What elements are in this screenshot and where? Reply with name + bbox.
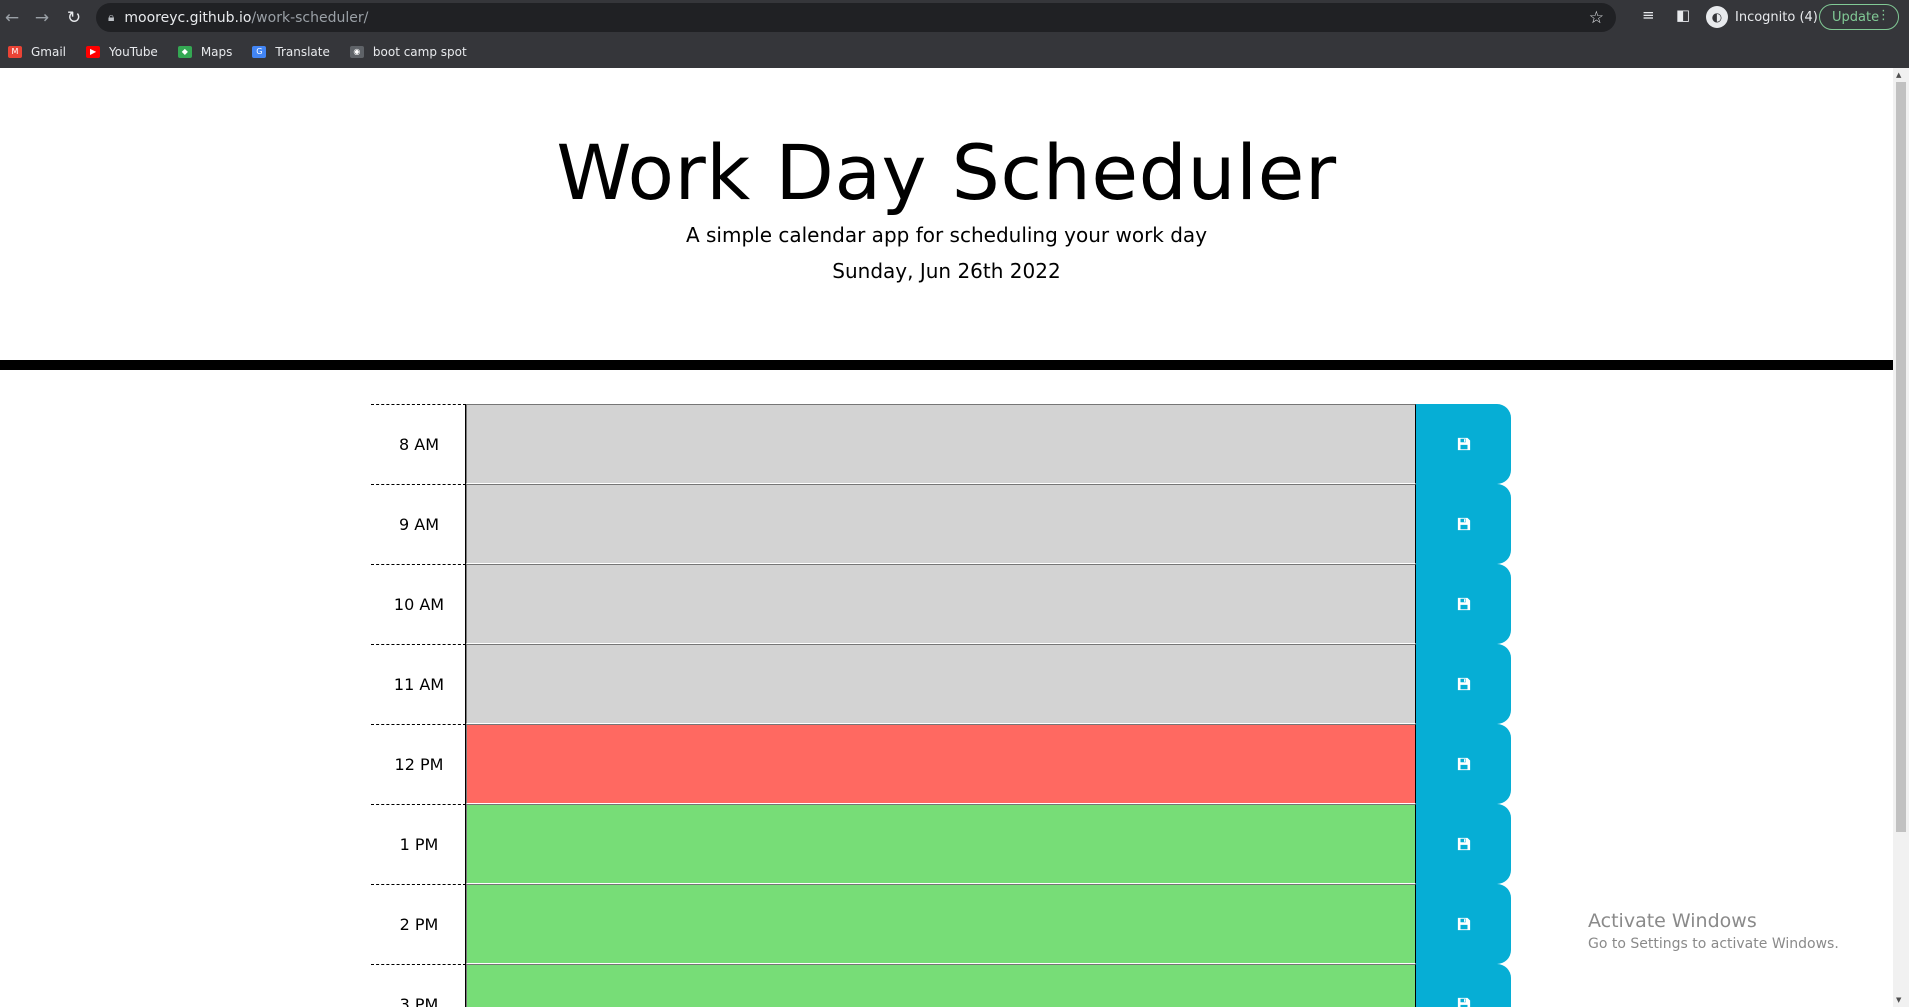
bookmarks-bar: M Gmail ▶ YouTube ◆ Maps G Translate ◉ boot camp …	[0, 35, 1909, 69]
bookmark-item[interactable]: ◆ Maps	[177, 44, 233, 59]
bookmark-label: YouTube	[109, 44, 158, 59]
event-description-input[interactable]	[466, 964, 1416, 1007]
hour-label: 8 AM	[371, 404, 466, 484]
bookmark-favicon-icon: ▶	[86, 45, 101, 58]
bookmark-item[interactable]: ▶ YouTube	[86, 45, 158, 59]
side-panel-icon[interactable]: ◧	[1676, 6, 1690, 24]
floppy-disk-icon	[1457, 917, 1471, 931]
arrow-left-icon: ←	[4, 8, 20, 28]
profile-label: Incognito (4)	[1735, 9, 1818, 25]
event-description-input[interactable]	[466, 644, 1416, 724]
hour-label: 11 AM	[371, 644, 466, 724]
floppy-disk-icon	[1457, 597, 1471, 611]
hour-label: 3 PM	[371, 964, 466, 1007]
page-title: Work Day Scheduler	[556, 128, 1337, 217]
bookmark-item[interactable]: M Gmail	[8, 45, 66, 59]
bookmark-label: Translate	[275, 44, 330, 59]
bookmark-favicon-icon: ◆	[177, 45, 192, 58]
menu-dots-icon[interactable]: ⋮	[1877, 8, 1890, 23]
arrow-right-icon: →	[34, 8, 50, 28]
browser-toolbar: ← → ↻ 🔒︎ mooreyc.github.io/work-schedule…	[0, 0, 1909, 35]
time-block-row: 9 AM	[371, 484, 1511, 564]
page-scrollbar[interactable]: ▲ ▼	[1893, 68, 1909, 1007]
time-block-row: 12 PM	[371, 724, 1511, 804]
event-description-input[interactable]	[466, 404, 1416, 484]
floppy-disk-icon	[1457, 997, 1471, 1007]
scroll-thumb[interactable]	[1896, 82, 1906, 832]
bookmark-label: boot camp spot	[372, 44, 467, 59]
url-path: /work-scheduler/	[251, 9, 369, 26]
windows-activation-watermark: Activate Windows Go to Settings to activ…	[1588, 910, 1839, 952]
floppy-disk-icon	[1457, 757, 1471, 771]
save-button[interactable]	[1416, 964, 1511, 1007]
save-button[interactable]	[1416, 404, 1511, 484]
bookmark-label: Gmail	[31, 44, 67, 59]
save-button[interactable]	[1416, 724, 1511, 804]
back-button[interactable]: ←	[0, 6, 24, 30]
floppy-disk-icon	[1457, 837, 1471, 851]
event-description-input[interactable]	[466, 884, 1416, 964]
time-block-row: 2 PM	[371, 884, 1511, 964]
time-block-row: 1 PM	[371, 804, 1511, 884]
floppy-disk-icon	[1457, 517, 1471, 531]
address-bar[interactable]: 🔒︎ mooreyc.github.io/work-scheduler/ ☆	[96, 3, 1616, 32]
hour-label: 12 PM	[371, 724, 466, 804]
event-description-input[interactable]	[466, 564, 1416, 644]
watermark-subtitle: Go to Settings to activate Windows.	[1588, 936, 1839, 952]
lock-icon: 🔒︎	[108, 10, 115, 24]
watermark-title: Activate Windows	[1588, 910, 1757, 932]
bookmark-favicon-icon: G	[252, 45, 267, 58]
bookmark-item[interactable]: G Translate	[252, 45, 330, 59]
hour-label: 9 AM	[371, 484, 466, 564]
save-button[interactable]	[1416, 884, 1511, 964]
jumbotron-header: Work Day Scheduler A simple calendar app…	[0, 68, 1893, 370]
event-description-input[interactable]	[466, 804, 1416, 884]
save-button[interactable]	[1416, 564, 1511, 644]
hour-label: 2 PM	[371, 884, 466, 964]
update-label: Update	[1832, 9, 1880, 25]
save-button[interactable]	[1416, 644, 1511, 724]
time-block-row: 3 PM	[371, 964, 1511, 1007]
url-domain: mooreyc.github.io	[124, 9, 252, 26]
hour-label: 1 PM	[371, 804, 466, 884]
save-button[interactable]	[1416, 484, 1511, 564]
bookmark-label: Maps	[200, 44, 233, 59]
bookmark-star-icon[interactable]: ☆	[1589, 8, 1604, 28]
bookmark-item[interactable]: ◉ boot camp spot	[349, 44, 467, 59]
reload-button[interactable]: ↻	[62, 6, 86, 30]
time-block-row: 8 AM	[371, 404, 1511, 484]
page-content: Work Day Scheduler A simple calendar app…	[0, 68, 1893, 1007]
bookmark-favicon-icon: M	[8, 45, 22, 58]
bookmark-favicon-icon: ◉	[349, 45, 364, 58]
event-description-input[interactable]	[466, 724, 1416, 804]
forward-button[interactable]: →	[30, 6, 54, 30]
time-block-row: 10 AM	[371, 564, 1511, 644]
floppy-disk-icon	[1457, 437, 1471, 451]
reading-list-icon[interactable]: ≡	[1642, 6, 1655, 24]
scroll-up-icon[interactable]: ▲	[1896, 71, 1901, 79]
update-button[interactable]: Update ⋮	[1819, 4, 1899, 30]
profile-button[interactable]: ◐ Incognito (4)	[1706, 5, 1818, 29]
scroll-down-icon[interactable]: ▼	[1896, 996, 1901, 1004]
current-day: Sunday, Jun 26th 2022	[832, 259, 1061, 283]
hour-label: 10 AM	[371, 564, 466, 644]
event-description-input[interactable]	[466, 484, 1416, 564]
page-subtitle: A simple calendar app for scheduling you…	[685, 223, 1208, 247]
reload-icon: ↻	[66, 8, 82, 28]
floppy-disk-icon	[1457, 677, 1471, 691]
time-block-row: 11 AM	[371, 644, 1511, 724]
time-block-list: 8 AM 9 AM 10 AM 11 AM 12 PM 1 PM 2 PM 3 PM	[371, 404, 1511, 1007]
save-button[interactable]	[1416, 804, 1511, 884]
incognito-icon: ◐	[1706, 6, 1728, 28]
